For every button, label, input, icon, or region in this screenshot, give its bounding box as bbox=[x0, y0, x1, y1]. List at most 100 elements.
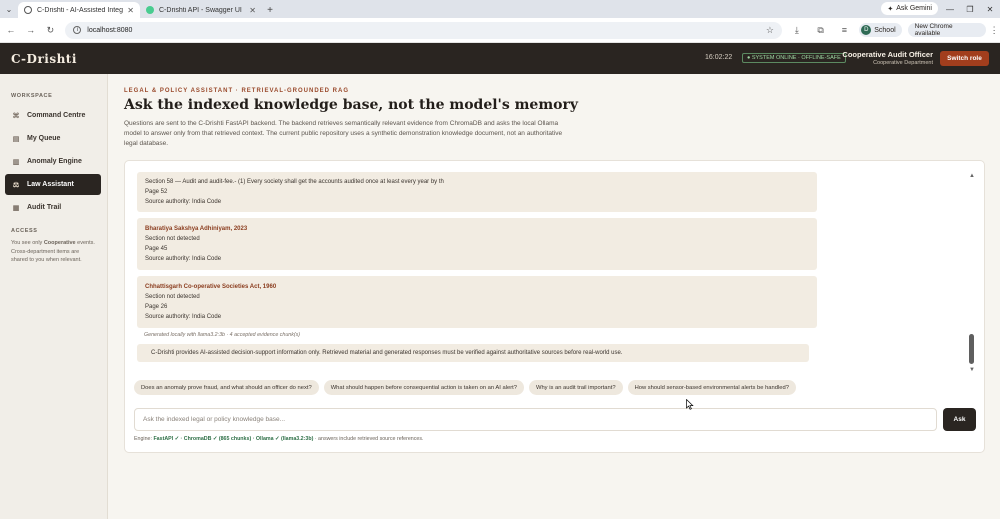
close-tab-icon[interactable]: ✕ bbox=[249, 6, 256, 15]
back-icon[interactable]: ← bbox=[2, 21, 20, 39]
evidence-excerpt: Section 58 — Audit and audit-fee.- (1) E… bbox=[145, 179, 444, 185]
new-chrome-button[interactable]: New Chrome available bbox=[907, 23, 987, 37]
sidebar-nav: ⌘ Command Centre ▤ My Queue ▥ Anomaly En… bbox=[0, 105, 107, 218]
evidence-page: Page 52 bbox=[145, 189, 168, 195]
suggestion-chip[interactable]: How should sensor-based environmental al… bbox=[627, 380, 796, 395]
evidence-section: Section not detected bbox=[145, 294, 200, 300]
scroll-up-icon[interactable]: ▲ bbox=[968, 173, 976, 179]
browser-tab-cdrishti[interactable]: C-Drishti - AI-Assisted Integrat ✕ bbox=[18, 2, 140, 18]
browser-tabstrip: ⌄ C-Drishti - AI-Assisted Integrat ✕ C-D… bbox=[0, 0, 1000, 18]
swagger-icon bbox=[146, 6, 154, 14]
evidence-section: Section not detected bbox=[145, 236, 200, 242]
evidence-source: Source authority: India Code bbox=[145, 199, 222, 205]
mouse-cursor-icon bbox=[686, 399, 694, 410]
sidebar: WORKSPACE ⌘ Command Centre ▤ My Queue ▥ … bbox=[0, 74, 108, 519]
evidence-page: Page 45 bbox=[145, 246, 168, 252]
scroll-down-icon[interactable]: ▼ bbox=[968, 367, 976, 373]
close-tab-icon[interactable]: ✕ bbox=[127, 6, 134, 15]
switch-role-button[interactable]: Switch role bbox=[940, 51, 989, 66]
app-brand[interactable]: C-Drishti bbox=[11, 52, 77, 66]
chart-icon: ▥ bbox=[12, 158, 20, 166]
engine-health: FastAPI ✓ · ChromaDB ✓ (865 chunks) · Ol… bbox=[153, 436, 314, 442]
answer-scroll-area[interactable]: Section 58 — Audit and audit-fee.- (1) E… bbox=[137, 172, 817, 372]
assistant-panel: Section 58 — Audit and audit-fee.- (1) E… bbox=[124, 160, 985, 453]
page-title: Ask the indexed knowledge base, not the … bbox=[124, 97, 578, 113]
forward-icon[interactable]: → bbox=[22, 21, 40, 39]
access-role: Cooperative bbox=[43, 240, 76, 246]
download-icon[interactable]: ⤓ bbox=[788, 21, 806, 39]
new-tab-button[interactable]: + bbox=[262, 2, 278, 18]
browser-tab-swagger[interactable]: C-Drishti API - Swagger UI ✕ bbox=[140, 2, 262, 18]
ask-button[interactable]: Ask bbox=[943, 408, 976, 431]
sidebar-item-command-centre[interactable]: ⌘ Command Centre bbox=[5, 105, 101, 126]
sidebar-item-label: My Queue bbox=[27, 135, 61, 142]
evidence-title: Chhattisgarh Co-operative Societies Act,… bbox=[145, 284, 277, 290]
scrollbar-thumb[interactable] bbox=[969, 334, 974, 364]
sidebar-item-label: Anomaly Engine bbox=[27, 158, 82, 165]
queue-icon: ▤ bbox=[12, 135, 20, 143]
page-eyebrow: LEGAL & POLICY ASSISTANT · RETRIEVAL-GRO… bbox=[124, 88, 350, 94]
restore-icon[interactable]: ❐ bbox=[960, 0, 980, 18]
site-info-icon[interactable]: i bbox=[73, 26, 82, 34]
suggestion-chip[interactable]: Why is an audit trail important? bbox=[528, 380, 623, 395]
tab-title: C-Drishti - AI-Assisted Integrat bbox=[37, 6, 124, 14]
page-description: Questions are sent to the C-Drishti Fast… bbox=[124, 120, 563, 147]
access-description: You see only Cooperative events. Cross-d… bbox=[11, 239, 97, 265]
engine-status: Engine: FastAPI ✓ · ChromaDB ✓ (865 chun… bbox=[134, 436, 423, 442]
access-title: ACCESS bbox=[11, 228, 38, 234]
engine-label: Engine: bbox=[134, 436, 154, 442]
evidence-source: Source authority: India Code bbox=[145, 256, 222, 262]
engine-note: · answers include retrieved source refer… bbox=[313, 436, 424, 442]
officer-name: Cooperative Audit Officer bbox=[842, 50, 933, 59]
generation-note: Generated locally with llama3.2:3b · 4 a… bbox=[144, 332, 301, 338]
media-icon[interactable]: ≡ bbox=[835, 21, 853, 39]
officer-dept: Cooperative Department bbox=[873, 60, 933, 66]
avatar: D bbox=[861, 25, 872, 35]
sidebar-item-audit-trail[interactable]: ▦ Audit Trail bbox=[5, 197, 101, 218]
ask-row: Ask bbox=[134, 408, 976, 431]
evidence-source: Source authority: India Code bbox=[145, 314, 222, 320]
system-status-badge: ● SYSTEM ONLINE · OFFLINE-SAFE bbox=[742, 53, 846, 63]
tab-search-icon[interactable]: ⌄ bbox=[0, 0, 18, 18]
evidence-title: Bharatiya Sakshya Adhiniyam, 2023 bbox=[145, 226, 248, 232]
profile-label: School bbox=[874, 26, 896, 34]
evidence-card: Chhattisgarh Co-operative Societies Act,… bbox=[137, 276, 817, 328]
sidebar-item-law-assistant[interactable]: ⚖ Law Assistant bbox=[5, 174, 101, 195]
globe-icon bbox=[24, 6, 32, 14]
reload-icon[interactable]: ↻ bbox=[42, 21, 60, 39]
sidebar-item-anomaly-engine[interactable]: ▥ Anomaly Engine bbox=[5, 151, 101, 172]
scrollbar[interactable]: ▲ ▼ bbox=[968, 173, 976, 373]
clock: 16:02:22 bbox=[705, 54, 733, 61]
sidebar-item-label: Audit Trail bbox=[27, 204, 62, 211]
chrome-menu-icon[interactable]: ⋮ bbox=[988, 25, 1000, 36]
gemini-icon: ✦ bbox=[887, 5, 894, 13]
ask-gemini-button[interactable]: ✦ Ask Gemini bbox=[881, 2, 938, 15]
sidebar-item-my-queue[interactable]: ▤ My Queue bbox=[5, 128, 101, 149]
disclaimer: C-Drishti provides AI-assisted decision-… bbox=[137, 344, 809, 362]
question-input[interactable] bbox=[134, 408, 937, 431]
sidebar-item-label: Command Centre bbox=[27, 112, 86, 119]
address-bar[interactable]: i localhost:8080 ☆ bbox=[65, 21, 782, 39]
trail-icon: ▦ bbox=[12, 204, 20, 212]
url-text: localhost:8080 bbox=[87, 26, 133, 34]
ask-gemini-label: Ask Gemini bbox=[896, 5, 932, 12]
extensions-icon[interactable]: ⧉ bbox=[812, 21, 830, 39]
window-controls: — ❐ ✕ bbox=[940, 0, 1000, 18]
access-text: You see only bbox=[11, 240, 44, 246]
close-window-icon[interactable]: ✕ bbox=[980, 0, 1000, 18]
bookmark-star-icon[interactable]: ☆ bbox=[766, 25, 774, 36]
sidebar-item-label: Law Assistant bbox=[27, 181, 74, 188]
sidebar-section-title: WORKSPACE bbox=[11, 93, 53, 99]
scales-icon: ⚖ bbox=[12, 181, 20, 189]
evidence-page: Page 26 bbox=[145, 304, 168, 310]
profile-button[interactable]: D School bbox=[859, 23, 902, 37]
app-header: C-Drishti 16:02:22 ● SYSTEM ONLINE · OFF… bbox=[0, 43, 1000, 74]
officer-info: Cooperative Audit Officer Cooperative De… bbox=[842, 50, 933, 66]
suggestion-chip[interactable]: What should happen before consequential … bbox=[323, 380, 524, 395]
minimize-icon[interactable]: — bbox=[940, 0, 960, 18]
browser-toolbar: ← → ↻ i localhost:8080 ☆ ⤓ ⧉ ≡ D School … bbox=[0, 18, 1000, 43]
suggestion-chips: Does an anomaly prove fraud, and what sh… bbox=[134, 380, 796, 395]
evidence-card: Section 58 — Audit and audit-fee.- (1) E… bbox=[137, 172, 817, 212]
command-icon: ⌘ bbox=[12, 112, 20, 120]
suggestion-chip[interactable]: Does an anomaly prove fraud, and what sh… bbox=[134, 380, 319, 395]
